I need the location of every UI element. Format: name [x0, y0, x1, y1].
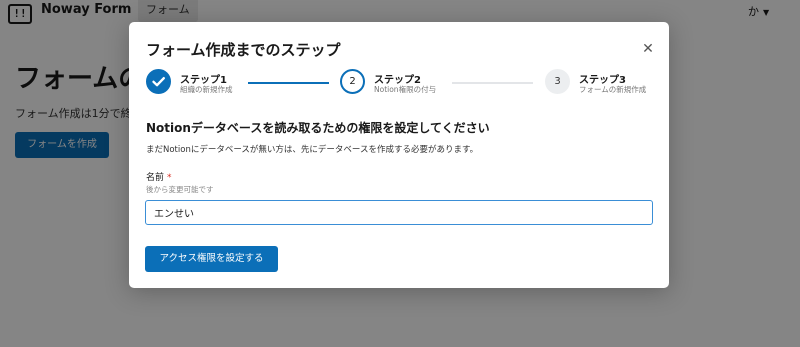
check-icon: [146, 69, 171, 94]
step-2-subtitle: Notion権限の付与: [374, 85, 437, 94]
step-2-number: 2: [340, 69, 365, 94]
section-description: まだNotionにデータベースが無い方は、先にデータベースを作成する必要がありま…: [146, 145, 479, 155]
close-icon[interactable]: ✕: [637, 38, 659, 60]
step-connector-2: [452, 82, 533, 84]
modal-title: フォーム作成までのステップ: [146, 41, 341, 59]
name-field-label-text: 名前: [146, 173, 165, 183]
name-input[interactable]: [145, 200, 653, 225]
step-3-subtitle: フォームの新規作成: [579, 85, 647, 94]
steps-modal: フォーム作成までのステップ ✕ ステップ1 組織の新規作成 2 ステップ2 No…: [129, 22, 669, 288]
section-title: Notionデータベースを読み取るための権限を設定してください: [146, 121, 490, 135]
step-connector-1: [248, 82, 329, 84]
set-access-permission-button[interactable]: アクセス権限を設定する: [145, 246, 278, 272]
step-1-subtitle: 組織の新規作成: [180, 85, 233, 94]
step-3-number: 3: [545, 69, 570, 94]
name-field-hint: 後から変更可能です: [146, 185, 214, 194]
modal-overlay-top: [0, 0, 800, 24]
name-field-label: 名前 *: [146, 170, 172, 183]
required-mark: *: [167, 173, 172, 183]
